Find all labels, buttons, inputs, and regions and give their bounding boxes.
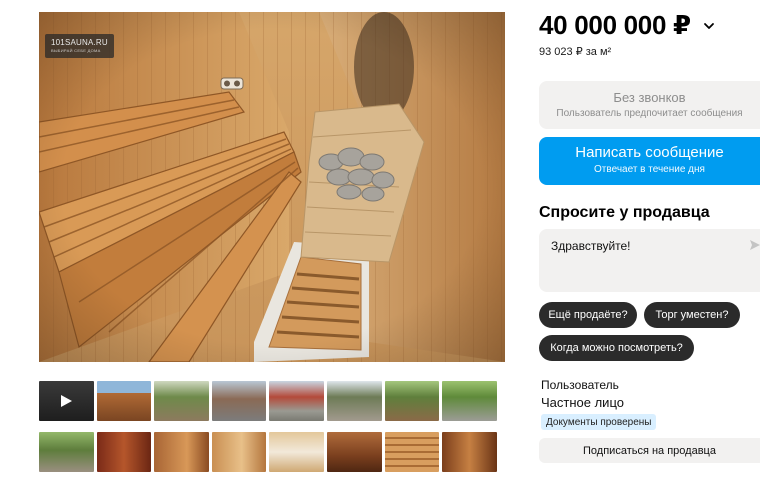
quick-question-still-selling[interactable]: Ещё продаёте? <box>539 302 637 328</box>
thumbnail-garden[interactable] <box>39 432 94 472</box>
thumbnail-jacuzzi[interactable] <box>269 432 324 472</box>
chevron-down-icon[interactable] <box>703 20 715 32</box>
watermark-subtext: ВЫБИРАЙ СЕБЕ ДОМА <box>51 48 101 53</box>
documents-verified-badge: Документы проверены <box>541 414 657 430</box>
write-message-sublabel: Отвечает в течение дня <box>594 164 705 175</box>
thumbnail-row-1 <box>39 381 505 421</box>
watermark-text: 101SAUNA.RU <box>51 38 108 47</box>
quick-question-bargain[interactable]: Торг уместен? <box>644 302 740 328</box>
seller-name[interactable]: Частное лицо <box>541 395 624 410</box>
thumbnail-fence-house[interactable] <box>384 381 440 421</box>
quick-question-viewing-time[interactable]: Когда можно посмотреть? <box>539 335 694 361</box>
price-value: 40 000 000 ₽ <box>539 10 691 40</box>
ask-seller-heading: Спросите у продавца <box>539 204 710 221</box>
thumbnail-wood-interior[interactable] <box>154 432 209 472</box>
thumbnail-wooden-house[interactable] <box>96 381 152 421</box>
no-calls-title: Без звонков <box>613 90 686 105</box>
thumbnail-corridor[interactable] <box>442 432 497 472</box>
thumbnail-yard-wall[interactable] <box>326 381 382 421</box>
thumbnail-sauna-red-room[interactable] <box>96 432 152 472</box>
no-calls-subtitle: Пользователь предпочитает сообщения <box>556 108 743 119</box>
thumbnail-row-2 <box>39 432 505 472</box>
write-message-button[interactable]: Написать сообщение Отвечает в течение дн… <box>539 137 760 185</box>
message-input[interactable]: Здравствуйте! <box>539 229 760 292</box>
watermark-logo: 101SAUNA.RU ВЫБИРАЙ СЕБЕ ДОМА <box>45 34 114 58</box>
thumbnail-sauna-bench[interactable] <box>384 432 440 472</box>
send-icon[interactable] <box>749 239 760 251</box>
thumbnail-gate[interactable] <box>269 381 324 421</box>
main-photo[interactable]: 101SAUNA.RU ВЫБИРАЙ СЕБЕ ДОМА <box>39 12 505 362</box>
price-per-m2: 93 023 ₽ за м² <box>539 46 612 58</box>
thumbnail-window-room[interactable] <box>211 432 267 472</box>
thumbnail-lounge-room[interactable] <box>326 432 382 472</box>
seller-type: Пользователь <box>541 378 619 392</box>
write-message-label: Написать сообщение <box>575 144 724 161</box>
no-calls-notice: Без звонков Пользователь предпочитает со… <box>539 81 760 129</box>
subscribe-seller-button[interactable]: Подписаться на продавца <box>539 438 760 463</box>
thumbnail-yard[interactable] <box>154 381 209 421</box>
message-input-text[interactable]: Здравствуйте! <box>551 239 631 253</box>
thumbnail-courtyard-road[interactable] <box>211 381 267 421</box>
thumbnail-street-road[interactable] <box>442 381 497 421</box>
price-row: 40 000 000 ₽ <box>539 10 715 41</box>
sauna-photo-image <box>39 12 505 362</box>
thumbnail-video[interactable] <box>39 381 94 421</box>
